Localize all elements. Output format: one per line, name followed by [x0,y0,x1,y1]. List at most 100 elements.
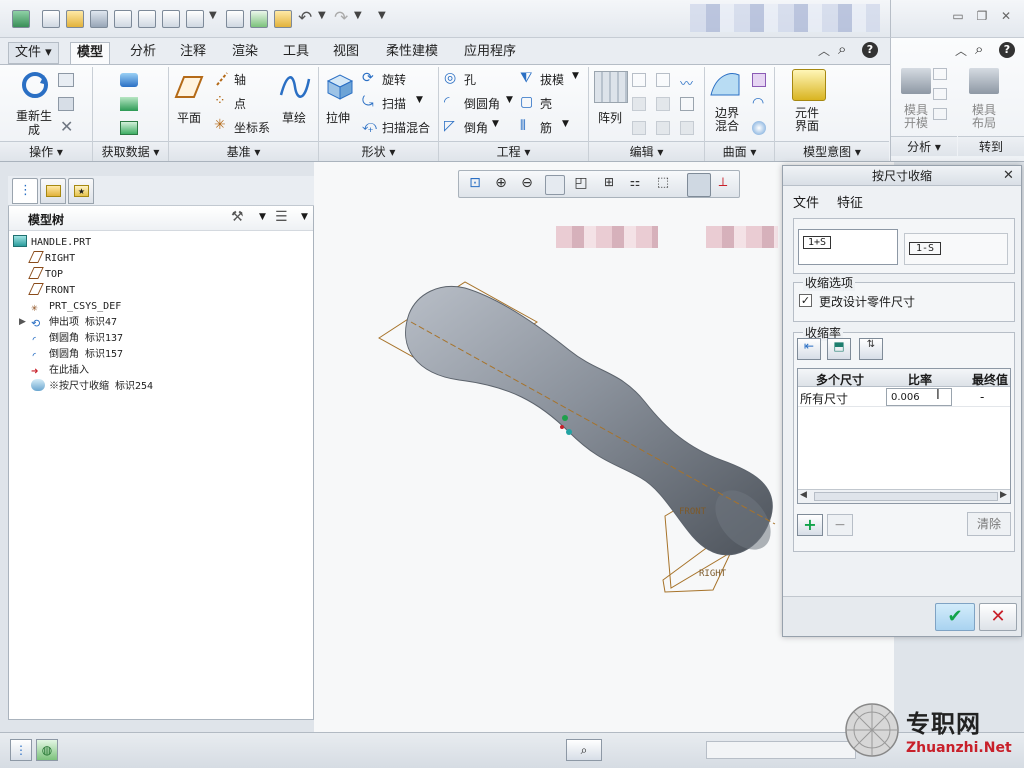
scroll-right-icon[interactable]: ▶ [1000,490,1007,500]
formula-1-minus-s[interactable]: 1-S [904,233,1008,265]
tab-tools[interactable]: 工具 [277,42,315,64]
help-icon[interactable]: ? [999,42,1015,58]
regenerate-icon[interactable] [18,69,52,101]
chamfer-icon[interactable]: ◸ [444,118,455,134]
mold-layout-icon[interactable] [969,68,999,94]
boundary-blend-icon[interactable] [708,69,742,101]
chevron-down-icon[interactable]: ▼ [562,119,569,129]
tab-view[interactable]: 视图 [327,42,365,64]
erase-icon[interactable] [226,10,244,28]
ok-button[interactable]: ✔ [935,603,975,631]
window-icon[interactable] [138,10,156,28]
close-window-icon[interactable] [162,10,180,28]
plane-icon[interactable] [172,71,206,103]
chevron-down-icon[interactable]: ▼ [492,119,499,129]
tree-row-front[interactable]: FRONT [28,283,75,299]
round-icon[interactable]: ◜ [444,94,449,110]
extrude-label[interactable]: 拉伸 [326,109,350,126]
mirror-icon[interactable] [632,73,646,87]
add-row-icon[interactable]: + [797,514,823,536]
mold-open-icon[interactable] [901,68,931,94]
group-operations[interactable]: 操作 ▾ [0,141,92,161]
chevron-down-icon[interactable]: ▼ [259,212,266,222]
tab-applications[interactable]: 应用程序 [458,42,522,64]
tree-row-round-157[interactable]: ◜ 倒圆角 标识157 [31,347,123,363]
delete-icon[interactable]: ✕ [60,117,73,136]
swept-blend-label[interactable]: 扫描混合 [382,119,430,136]
sweep-label[interactable]: 扫描 [382,95,406,112]
csys-label[interactable]: 坐标系 [234,119,270,136]
zoom-in-icon[interactable]: ⊕ [491,175,511,195]
change-design-label[interactable]: 更改设计零件尺寸 [819,293,915,310]
group-shapes[interactable]: 形状 ▾ [319,141,438,161]
copy-geometry-icon[interactable] [120,73,138,87]
folder-icon[interactable] [274,10,292,28]
tree-settings-icon[interactable]: ⚒ [231,209,244,225]
tree-row-part[interactable]: HANDLE.PRT [13,235,91,251]
boundary-blend-label[interactable]: 边界混合 [710,107,744,133]
menu-feature[interactable]: 特征 [837,192,863,211]
save-icon[interactable] [90,10,108,28]
hole-label[interactable]: 孔 [464,71,476,88]
offset-icon[interactable]: 〰 [680,73,696,92]
select-dimension-icon[interactable]: ⇤ [797,338,821,360]
revolve-icon[interactable]: ⟳ [362,70,374,86]
tab-flexible-modeling[interactable]: 柔性建模 [380,42,444,64]
intersect-icon[interactable] [656,121,670,135]
shell-label[interactable]: 壳 [540,95,552,112]
menu-file[interactable]: 文件 [793,192,819,211]
table-row[interactable]: 所有尺寸 0.006 I - [798,387,1010,407]
project-icon[interactable] [632,121,646,135]
sweep-icon[interactable]: ⤿ [362,94,374,110]
expand-arrow-icon[interactable]: ▶ [19,317,26,327]
chamfer-label[interactable]: 倒角 [464,119,488,136]
close-icon[interactable]: ✕ [1003,168,1014,183]
group-get-data[interactable]: 获取数据 ▾ [93,141,168,161]
round-label[interactable]: 倒圆角 [464,95,500,112]
group-engineering[interactable]: 工程 ▾ [439,141,588,161]
group-model-intent[interactable]: 模型意图 ▾ [775,141,889,161]
spin-center-icon[interactable]: ⟂ [713,175,733,195]
csys-icon[interactable]: ✳ [214,117,226,133]
minimize-icon[interactable]: ▭ [951,9,965,23]
undo-icon[interactable]: ↶ [298,8,312,28]
revolve-label[interactable]: 旋转 [382,71,406,88]
point-label[interactable]: 点 [234,95,246,112]
axis-icon[interactable] [214,71,230,87]
shrinkwrap-icon[interactable] [120,97,138,111]
clear-button[interactable]: 清除 [967,512,1011,536]
model-tree-tab[interactable]: ⋮ [12,178,38,204]
hole-icon[interactable]: ◎ [444,70,456,86]
fill-icon[interactable] [752,73,766,87]
find-icon[interactable]: ⌕ [566,739,602,761]
shell-icon[interactable]: ▢ [520,94,533,110]
thicken-icon[interactable] [680,97,694,111]
restore-icon[interactable]: ❐ [975,9,989,23]
tab-model[interactable]: 模型 [70,42,111,64]
rib-label[interactable]: 筋 [540,119,552,136]
select-feature-icon[interactable]: ⬒ [827,338,851,360]
scroll-left-icon[interactable]: ◀ [800,490,807,500]
ratio-input[interactable]: 0.006 [886,388,952,406]
tree-row-top[interactable]: TOP [28,267,63,283]
saved-views-icon[interactable]: ⊞ [599,175,619,195]
tree-row-shrink[interactable]: ※按尺寸收缩 标识254 [31,379,153,395]
cancel-button[interactable]: ✕ [979,603,1017,631]
chevron-down-icon[interactable]: ▼ [354,10,362,21]
plane-label[interactable]: 平面 [177,109,201,126]
windows-icon[interactable] [186,10,204,28]
regenerate-label[interactable]: 重新生成 [14,109,54,137]
chevron-down-icon[interactable]: ▼ [572,71,579,81]
freestyle-icon[interactable] [752,121,766,135]
style-icon[interactable]: ◠ [752,95,764,111]
rib-icon[interactable]: ⫴ [520,118,526,134]
search-icon[interactable]: ⌕ [975,40,983,58]
copy-icon[interactable] [58,73,74,87]
chevron-down-icon[interactable]: ▼ [318,10,326,21]
tab-render[interactable]: 渲染 [226,42,264,64]
close-icon[interactable]: ✕ [999,9,1013,23]
browser-icon[interactable]: ◍ [36,739,58,761]
group-surfaces[interactable]: 曲面 ▾ [705,141,774,161]
tab-file[interactable]: 文件 ▾ [8,42,59,64]
display-style-icon[interactable]: ◰ [571,175,591,195]
